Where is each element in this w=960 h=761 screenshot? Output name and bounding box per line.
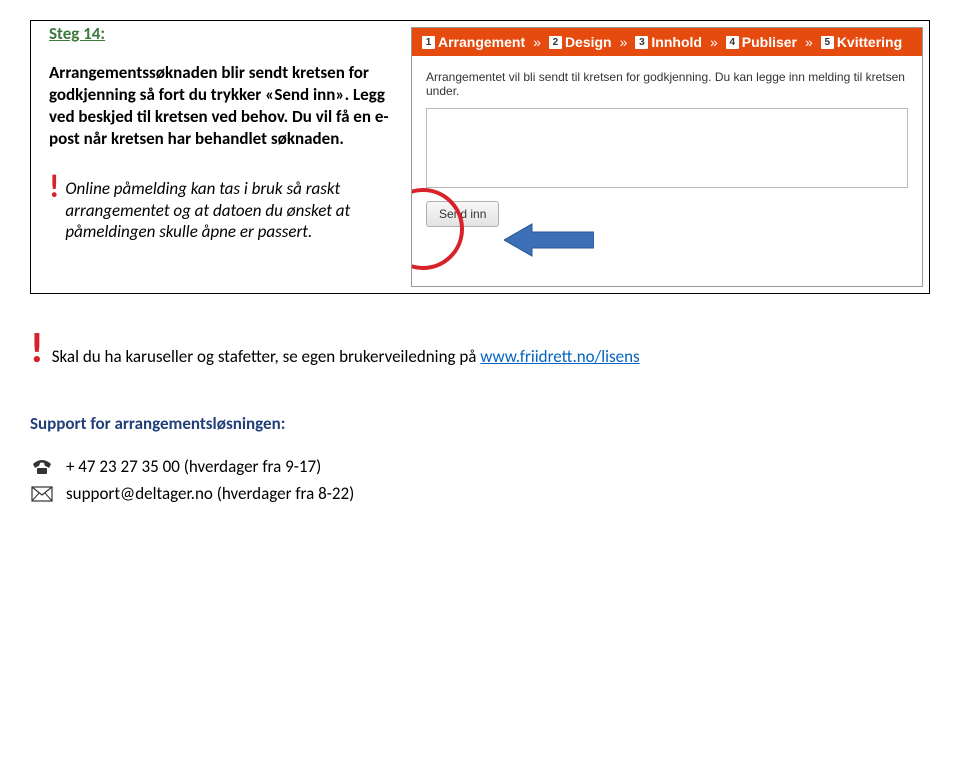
phone-text: + 47 23 27 35 00 (hverdager fra 9-17) bbox=[66, 456, 321, 477]
bottom-note: ! Skal du ha karuseller og stafetter, se… bbox=[30, 334, 930, 367]
breadcrumb-label: Innhold bbox=[651, 34, 702, 50]
breadcrumb-step-3[interactable]: 3 Innhold bbox=[635, 34, 702, 50]
step-body: Arrangementssøknaden blir sendt kretsen … bbox=[49, 62, 393, 150]
breadcrumb-num: 4 bbox=[726, 36, 739, 49]
chevron-icon: » bbox=[805, 34, 813, 50]
screenshot-body: Arrangementet vil bli sendt til kretsen … bbox=[412, 56, 922, 241]
envelope-icon bbox=[30, 486, 54, 502]
pointer-arrow-icon bbox=[504, 222, 594, 258]
embedded-screenshot: 1 Arrangement » 2 Design » 3 Innhold » 4… bbox=[411, 27, 923, 287]
email-row: support@deltager.no (hverdager fra 8-22) bbox=[30, 483, 930, 504]
chevron-icon: » bbox=[620, 34, 628, 50]
step-note-text: Online påmelding kan tas i bruk så raskt… bbox=[65, 176, 393, 242]
bottom-note-text: Skal du ha karuseller og stafetter, se e… bbox=[52, 334, 640, 367]
support-heading: Support for arrangementsløsningen: bbox=[30, 413, 930, 434]
exclamation-icon: ! bbox=[30, 332, 44, 366]
phone-icon bbox=[30, 458, 54, 476]
breadcrumb-step-2[interactable]: 2 Design bbox=[549, 34, 612, 50]
email-text: support@deltager.no (hverdager fra 8-22) bbox=[66, 483, 354, 504]
step-right-column: 1 Arrangement » 2 Design » 3 Innhold » 4… bbox=[411, 21, 929, 293]
chevron-icon: » bbox=[710, 34, 718, 50]
breadcrumb-num: 2 bbox=[549, 36, 562, 49]
screenshot-description: Arrangementet vil bli sendt til kretsen … bbox=[426, 70, 908, 98]
message-textarea[interactable] bbox=[426, 108, 908, 188]
breadcrumb-num: 1 bbox=[422, 36, 435, 49]
step-label: Steg 14: bbox=[49, 23, 393, 44]
breadcrumb-bar: 1 Arrangement » 2 Design » 3 Innhold » 4… bbox=[412, 28, 922, 56]
step-note: ! Online påmelding kan tas i bruk så ras… bbox=[49, 176, 393, 242]
chevron-icon: » bbox=[533, 34, 541, 50]
breadcrumb-label: Arrangement bbox=[438, 34, 525, 50]
breadcrumb-step-4[interactable]: 4 Publiser bbox=[726, 34, 797, 50]
guide-link[interactable]: www.friidrett.no/lisens bbox=[480, 346, 639, 367]
breadcrumb-step-5[interactable]: 5 Kvittering bbox=[821, 34, 902, 50]
exclamation-icon: ! bbox=[49, 174, 59, 200]
breadcrumb-label: Design bbox=[565, 34, 612, 50]
breadcrumb-step-1[interactable]: 1 Arrangement bbox=[422, 34, 525, 50]
step-left-column: Steg 14: Arrangementssøknaden blir sendt… bbox=[31, 21, 411, 293]
phone-row: + 47 23 27 35 00 (hverdager fra 9-17) bbox=[30, 456, 930, 477]
step-box: Steg 14: Arrangementssøknaden blir sendt… bbox=[30, 20, 930, 294]
bottom-note-prefix: Skal du ha karuseller og stafetter, se e… bbox=[52, 346, 481, 367]
breadcrumb-num: 3 bbox=[635, 36, 648, 49]
breadcrumb-label: Kvittering bbox=[837, 34, 902, 50]
breadcrumb-label: Publiser bbox=[742, 34, 797, 50]
breadcrumb-num: 5 bbox=[821, 36, 834, 49]
